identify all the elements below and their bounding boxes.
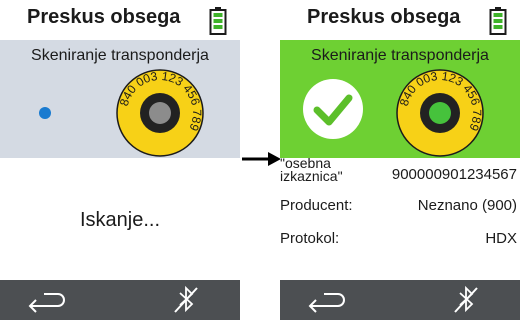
checkmark-icon [303, 79, 363, 139]
transponder-tag-icon: 840 003 123 456 789 [396, 69, 484, 157]
scan-title: Skeniranje transponderja [311, 47, 489, 64]
producer-value: Neznano (900) [417, 197, 517, 214]
screen-result: Preskus obsega Skeniranje transponderja … [280, 0, 520, 320]
producer-label: Producent: [280, 197, 353, 214]
id-value: 900000901234567 [391, 166, 517, 183]
bluetooth-off-icon[interactable] [448, 284, 484, 316]
info-row-id: "osebna izkaznica" 900000901234567 [280, 155, 520, 190]
back-arrow-icon[interactable] [22, 284, 68, 316]
screen-searching: Preskus obsega Skeniranje transponderja … [0, 0, 240, 320]
header: Preskus obsega [0, 0, 240, 40]
bottom-bar [0, 280, 240, 320]
protocol-label: Protokol: [280, 230, 340, 247]
scan-panel: Skeniranje transponderja 840 003 123 456… [280, 40, 520, 158]
battery-full-icon [209, 7, 227, 35]
id-label: "osebna izkaznica" [280, 155, 343, 184]
arrow-right-icon [242, 152, 281, 166]
page-title: Preskus obsega [27, 6, 181, 28]
battery-full-icon [489, 7, 507, 35]
status-text: Iskanje... [79, 209, 161, 231]
header: Preskus obsega [280, 0, 520, 40]
page-title: Preskus obsega [307, 6, 461, 28]
bottom-bar [280, 280, 520, 320]
scan-panel: Skeniranje transponderja 840 003 123 456… [0, 40, 240, 158]
protocol-value: HDX [485, 230, 517, 247]
transponder-tag-icon: 840 003 123 456 789 [116, 69, 204, 157]
scan-title: Skeniranje transponderja [31, 47, 209, 64]
status-dot [39, 107, 51, 119]
back-arrow-icon[interactable] [302, 284, 348, 316]
bluetooth-off-icon[interactable] [168, 284, 204, 316]
